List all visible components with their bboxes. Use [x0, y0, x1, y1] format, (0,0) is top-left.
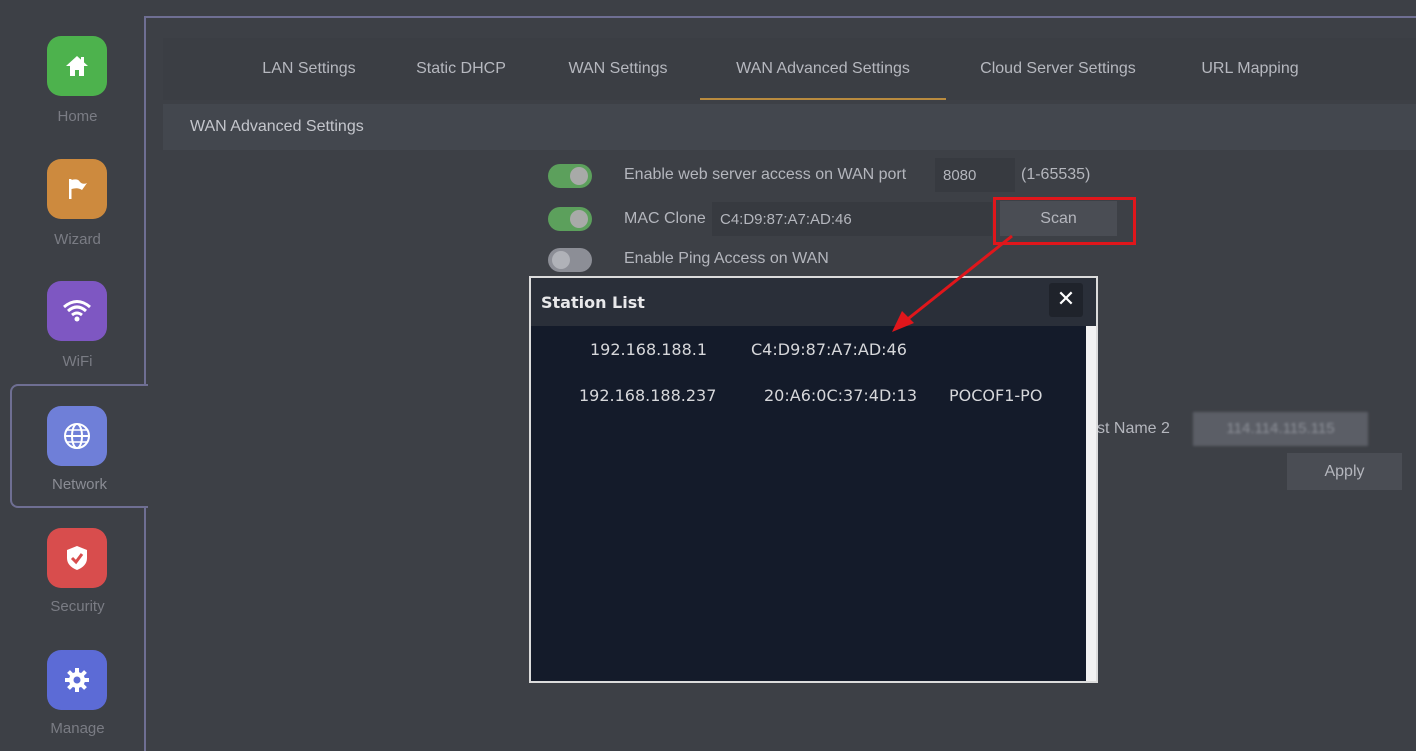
section-header: WAN Advanced Settings: [163, 104, 1416, 150]
station-row[interactable]: 192.168.188.1 C4:D9:87:A7:AD:46: [531, 340, 1086, 370]
globe-icon: [47, 406, 107, 466]
sidebar-item-label: Security: [50, 598, 105, 615]
web-access-toggle[interactable]: [548, 164, 592, 188]
station-row[interactable]: 192.168.188.237 20:A6:0C:37:4D:13 POCOF1…: [531, 386, 1086, 416]
sidebar-item-label: Manage: [50, 720, 105, 737]
host-name-2-label: st Name 2: [1097, 420, 1170, 437]
wan-port-input[interactable]: [935, 158, 1015, 192]
router-admin-screen: Home Wizard WiFi Network Security Manage…: [0, 0, 1416, 751]
tab-bar: LAN Settings Static DHCP WAN Settings WA…: [163, 38, 1416, 100]
apply-button[interactable]: Apply: [1287, 453, 1402, 490]
sidebar-item-manage[interactable]: Manage: [0, 644, 146, 751]
home-icon: [47, 36, 107, 96]
tab-static-dhcp[interactable]: Static DHCP: [401, 38, 521, 100]
close-icon[interactable]: ✕: [1049, 283, 1083, 317]
sidebar-item-label: Wizard: [54, 231, 101, 248]
tab-url-mapping[interactable]: URL Mapping: [1183, 38, 1317, 100]
tab-cloud-server-settings[interactable]: Cloud Server Settings: [958, 38, 1158, 100]
station-mac: C4:D9:87:A7:AD:46: [751, 340, 907, 359]
mac-clone-label: MAC Clone: [624, 210, 706, 227]
sidebar-item-wizard[interactable]: Wizard: [0, 153, 146, 273]
tab-wan-settings[interactable]: WAN Settings: [548, 38, 688, 100]
sidebar-item-network[interactable]: Network: [10, 384, 148, 508]
sidebar-item-wifi[interactable]: WiFi: [0, 275, 146, 395]
host-name-2-input[interactable]: 114.114.115.115: [1193, 412, 1368, 446]
sidebar-item-label: WiFi: [62, 353, 93, 370]
dialog-title: Station List: [541, 293, 645, 312]
sidebar-item-label: Home: [57, 108, 98, 125]
web-access-label: Enable web server access on WAN port: [624, 166, 907, 183]
gear-icon: [47, 650, 107, 710]
sidebar-item-home[interactable]: Home: [0, 30, 146, 150]
sidebar-item-security[interactable]: Security: [0, 522, 146, 642]
station-ip: 192.168.188.237: [579, 386, 717, 405]
mac-clone-toggle[interactable]: [548, 207, 592, 231]
sidebar: Home Wizard WiFi Network Security Manage: [0, 0, 148, 751]
dialog-scrollbar[interactable]: [1086, 326, 1096, 681]
wifi-icon: [47, 281, 107, 341]
annotation-arrow: [892, 234, 1013, 332]
shield-icon: [47, 528, 107, 588]
station-name: POCOF1-PO: [949, 386, 1043, 405]
ping-access-label: Enable Ping Access on WAN: [624, 250, 829, 267]
sidebar-item-label: Network: [51, 476, 107, 493]
port-range-hint: (1-65535): [1021, 166, 1091, 183]
station-mac: 20:A6:0C:37:4D:13: [764, 386, 918, 405]
top-border: [144, 16, 1416, 18]
flag-icon: [47, 159, 107, 219]
tab-wan-advanced-settings[interactable]: WAN Advanced Settings: [700, 38, 946, 100]
section-title: WAN Advanced Settings: [190, 118, 364, 135]
ping-access-toggle[interactable]: [548, 248, 592, 272]
station-ip: 192.168.188.1: [590, 340, 708, 359]
tab-lan-settings[interactable]: LAN Settings: [243, 38, 375, 100]
